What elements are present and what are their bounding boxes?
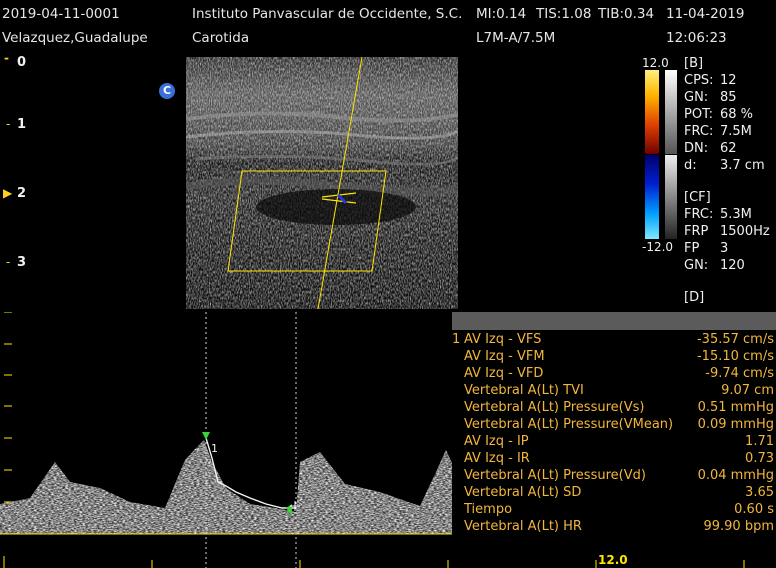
param-key: DN: <box>684 141 709 156</box>
colorbar-positive <box>645 70 659 154</box>
param-key: CPS: <box>684 73 714 88</box>
grayscale-bar <box>665 155 677 239</box>
param-value: 62 <box>720 141 737 156</box>
measurement-label: AV Izq - IP <box>464 434 529 449</box>
measurement-row[interactable]: Vertebral A(Lt) Pressure(VMean) 0.09 mmH… <box>452 417 776 434</box>
measurement-label: Vertebral A(Lt) Pressure(VMean) <box>464 417 674 432</box>
measurements-panel: 1 AV Izq - VFS -35.57 cm/s AV Izq - VFM … <box>452 312 776 540</box>
depth-mark-2: 2 <box>17 186 27 201</box>
param-key: FRC: <box>684 124 714 139</box>
cursor-label: 1 <box>211 442 218 455</box>
measurement-value: 0.09 mmHg <box>697 417 774 432</box>
param-key: POT: <box>684 107 713 122</box>
depth-mark-1: 1 <box>17 117 27 132</box>
param-value: 1500Hz <box>720 224 770 239</box>
exam-time: 12:06:23 <box>666 30 727 46</box>
study-id: 2019-04-11-0001 <box>2 6 120 22</box>
exam-date: 11-04-2019 <box>666 6 745 22</box>
measurement-value: 0.60 s <box>734 502 774 517</box>
param-key: FP <box>684 241 700 256</box>
focus-marker-icon[interactable]: ▶ <box>3 186 12 200</box>
param-value: 85 <box>720 90 737 105</box>
measurement-row[interactable]: AV Izq - IP 1.71 <box>452 434 776 451</box>
doppler-scale-value: 12.0 <box>598 553 628 567</box>
measurement-value: 0.51 mmHg <box>697 400 774 415</box>
measurement-row[interactable]: Vertebral A(Lt) Pressure(Vd) 0.04 mmHg <box>452 468 776 485</box>
measurement-value: 3.65 <box>745 485 774 500</box>
measurement-label: AV Izq - IR <box>464 451 530 466</box>
param-key: FRC: <box>684 207 714 222</box>
measurement-label: Vertebral A(Lt) TVI <box>464 383 584 398</box>
param-value: 3.7 cm <box>720 158 765 173</box>
measurement-value: 1.71 <box>745 434 774 449</box>
measurements-header-bar <box>452 312 776 330</box>
measurement-value: 9.07 cm <box>721 383 774 398</box>
measurement-value: 0.73 <box>745 451 774 466</box>
param-value: 68 % <box>720 107 754 122</box>
tib-index: TIB:0.34 <box>598 6 655 22</box>
param-key: GN: <box>684 90 709 105</box>
param-value: 3 <box>720 241 729 256</box>
measurement-row[interactable]: Vertebral A(Lt) TVI 9.07 cm <box>452 383 776 400</box>
measurement-label: Vertebral A(Lt) Pressure(Vd) <box>464 468 646 483</box>
mi-index: MI:0.14 <box>476 6 527 22</box>
grayscale-bar <box>665 70 677 154</box>
probe-info: L7M-A/7.5M <box>476 30 556 46</box>
param-key: d: <box>684 158 697 173</box>
param-value: 7.5M <box>720 124 752 139</box>
depth-tick: - <box>6 255 11 269</box>
measurement-value: 0.04 mmHg <box>697 468 774 483</box>
colorbar-bottom-value: -12.0 <box>642 240 674 254</box>
measurement-row[interactable]: AV Izq - VFM -15.10 cm/s <box>452 349 776 366</box>
measurement-value: -9.74 cm/s <box>705 366 774 381</box>
param-key: GN: <box>684 258 709 273</box>
measurement-row[interactable]: Vertebral A(Lt) HR 99.90 bpm <box>452 519 776 536</box>
measurement-row[interactable]: Tiempo 0.60 s <box>452 502 776 519</box>
bmode-image[interactable] <box>186 57 458 309</box>
doppler-section-title: [D] <box>684 290 705 305</box>
param-value: 5.3M <box>720 207 752 222</box>
colorbar-top-value: 12.0 <box>642 56 669 70</box>
param-key: FRP <box>684 224 709 239</box>
measurement-value: -35.57 cm/s <box>696 332 774 347</box>
measurement-index: 1 <box>452 332 461 347</box>
peak-marker-icon <box>202 432 210 440</box>
measurement-row[interactable]: AV Izq - IR 0.73 <box>452 451 776 468</box>
param-value: 12 <box>720 73 737 88</box>
depth-tick: - <box>6 117 11 131</box>
measurement-label: AV Izq - VFS <box>464 332 542 347</box>
measurement-row[interactable]: AV Izq - VFD -9.74 cm/s <box>452 366 776 383</box>
tis-index: TIS:1.08 <box>536 6 592 22</box>
exam-type: Carotida <box>192 30 250 46</box>
measurement-label: Vertebral A(Lt) HR <box>464 519 582 534</box>
param-value: 120 <box>720 258 745 273</box>
measurement-label: Vertebral A(Lt) Pressure(Vs) <box>464 400 645 415</box>
bmode-section-title: [B] <box>684 56 704 71</box>
measurement-row[interactable]: Vertebral A(Lt) SD 3.65 <box>452 485 776 502</box>
institution-name: Instituto Panvascular de Occidente, S.C. <box>192 6 463 22</box>
measurement-label: Vertebral A(Lt) SD <box>464 485 582 500</box>
bmode-image-svg <box>186 57 458 309</box>
color-mode-badge[interactable]: C <box>159 83 175 99</box>
cf-section-title: [CF] <box>684 190 711 205</box>
measurement-row[interactable]: 1 AV Izq - VFS -35.57 cm/s <box>452 332 776 349</box>
colorbar-negative <box>645 155 659 239</box>
measurement-value: 99.90 bpm <box>703 519 774 534</box>
measurement-row[interactable]: Vertebral A(Lt) Pressure(Vs) 0.51 mmHg <box>452 400 776 417</box>
measurement-label: AV Izq - VFD <box>464 366 544 381</box>
measurement-label: Tiempo <box>464 502 513 517</box>
depth-scale: - <box>4 51 9 65</box>
measurement-value: -15.10 cm/s <box>696 349 774 364</box>
measurement-label: AV Izq - VFM <box>464 349 545 364</box>
patient-name: Velazquez,Guadalupe <box>2 30 148 46</box>
depth-mark-0: 0 <box>17 55 27 70</box>
depth-mark-3: 3 <box>17 255 27 270</box>
